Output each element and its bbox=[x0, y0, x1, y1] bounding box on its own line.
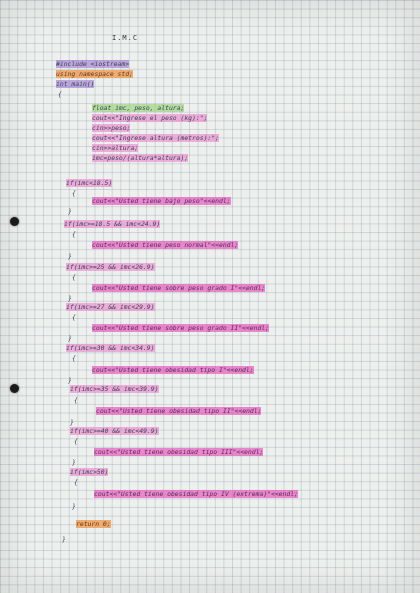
code-line: } bbox=[68, 376, 72, 384]
code-line: if(imc>=35 && imc<39.9) bbox=[70, 385, 159, 393]
code-line: if(imc>=27 && imc<29.9) bbox=[66, 303, 155, 311]
code-line: { bbox=[58, 90, 62, 98]
code-line: } bbox=[72, 458, 76, 466]
code-line: int main() bbox=[56, 80, 95, 88]
code-line: cout<<"Usted tiene peso normal"<<endl; bbox=[92, 241, 239, 249]
code-line: } bbox=[70, 418, 74, 426]
code-line: cout<<"Usted tiene sobre peso grado II"<… bbox=[92, 324, 269, 332]
code-line: { bbox=[72, 189, 76, 197]
code-line: if(imc>=18.5 && imc<24.9) bbox=[64, 220, 161, 228]
code-line: { bbox=[72, 230, 76, 238]
code-line: cout<<"Usted tiene obesidad tipo IV (ext… bbox=[94, 490, 298, 498]
code-line: imc=peso/(altura*altura); bbox=[92, 154, 189, 162]
code-line: float imc, peso, altura; bbox=[92, 104, 185, 112]
code-line: { bbox=[72, 313, 76, 321]
code-line: cin>>peso; bbox=[92, 124, 131, 132]
code-line: } bbox=[72, 502, 76, 510]
code-line: { bbox=[74, 437, 78, 445]
code-line: { bbox=[74, 478, 78, 486]
page-title: I.M.C bbox=[112, 34, 139, 42]
notebook-page: I.M.C #include <iostream> using namespace… bbox=[0, 0, 420, 593]
code-line: cout<<"Usted tiene bajo peso"<<endl; bbox=[92, 197, 231, 205]
code-line: return 0; bbox=[76, 520, 111, 528]
code-line: cout<<"Ingrese el peso (kg):"; bbox=[92, 114, 208, 122]
code-line: { bbox=[72, 273, 76, 281]
code-line: #include <iostream> bbox=[56, 60, 130, 68]
code-line: { bbox=[72, 354, 76, 362]
code-line: } bbox=[68, 334, 72, 342]
code-line: if(imc>=25 && imc<26.9) bbox=[66, 263, 155, 271]
code-line: } bbox=[68, 294, 72, 302]
punch-hole-top bbox=[10, 217, 19, 226]
code-line: cout<<"Usted tiene obesidad tipo III"<<e… bbox=[94, 448, 264, 456]
code-line: } bbox=[68, 207, 72, 215]
code-line: if(imc>=30 && imc<34.9) bbox=[66, 344, 155, 352]
code-line: cout<<"Usted tiene obesidad tipo I"<<end… bbox=[92, 366, 254, 374]
code-line: cout<<"Usted tiene obesidad tipo II"<<en… bbox=[96, 407, 262, 415]
code-line: } bbox=[68, 252, 72, 260]
code-line: cout<<"Ingrese altura (metros):"; bbox=[92, 134, 219, 142]
code-line: if(imc<18.5) bbox=[66, 179, 113, 187]
code-line: if(imc>50) bbox=[70, 468, 109, 476]
code-line: } bbox=[62, 535, 66, 543]
code-line: cout<<"Usted tiene sobre peso grado I"<<… bbox=[92, 284, 266, 292]
code-line: { bbox=[74, 396, 78, 404]
code-line: cin>>altura; bbox=[92, 144, 139, 152]
code-line: if(imc>=40 && imc<49.9) bbox=[70, 427, 159, 435]
code-line: using namespace std; bbox=[56, 70, 133, 78]
punch-hole-bottom bbox=[10, 384, 19, 393]
